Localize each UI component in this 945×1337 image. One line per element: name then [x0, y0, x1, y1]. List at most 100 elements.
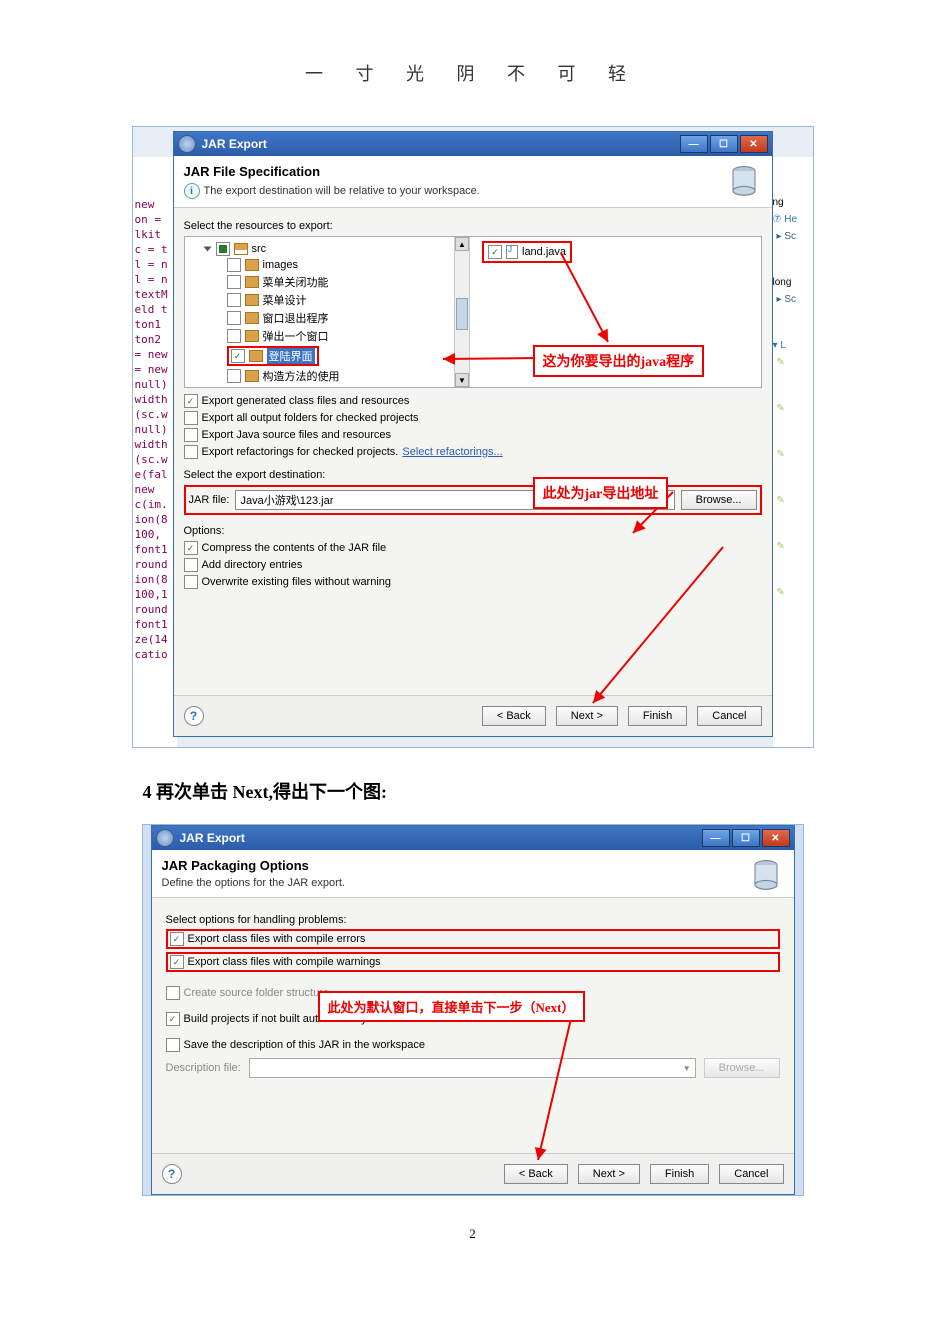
dialog-banner: JAR Packaging Options Define the options… [152, 850, 794, 898]
dialog-banner: JAR File Specification i The export dest… [174, 156, 772, 208]
scroll-down-icon[interactable]: ▼ [455, 373, 469, 387]
back-icon[interactable] [178, 135, 196, 153]
checkbox[interactable] [227, 369, 241, 383]
finish-button[interactable]: Finish [628, 706, 687, 726]
checkbox[interactable] [184, 558, 198, 572]
opt-label: Compress the contents of the JAR file [202, 542, 387, 554]
opt-label: Export Java source files and resources [202, 429, 392, 441]
annotation-default-window: 此处为默认窗口，直接单击下一步（Next） [318, 991, 585, 1022]
package-icon [245, 370, 259, 382]
checkbox[interactable] [227, 311, 241, 325]
tree-label: 弹出一个窗口 [263, 328, 329, 344]
jar-export-dialog: JAR Export — ☐ ✕ JAR File Specification … [173, 131, 773, 737]
banner-title: JAR Packaging Options [162, 858, 784, 873]
help-icon[interactable]: ? [162, 1164, 182, 1184]
checkbox[interactable]: ✓ [231, 349, 245, 363]
close-button[interactable]: ✕ [740, 135, 768, 153]
info-icon: i [184, 183, 200, 199]
checkbox[interactable] [227, 275, 241, 289]
checkbox[interactable]: ✓ [184, 394, 198, 408]
editor-gutter-right: ng ⑦ He ▸ Sc long ▸ Sc ▾ L ✎ ✎ ✎ ✎ ✎ ✎ [773, 157, 813, 747]
scroll-up-icon[interactable]: ▲ [455, 237, 469, 251]
checkbox[interactable] [227, 258, 241, 272]
select-resources-label: Select the resources to export: [184, 220, 762, 232]
maximize-button[interactable]: ☐ [732, 829, 760, 847]
scrollbar[interactable]: ▲ ▼ [454, 237, 469, 387]
checkbox[interactable] [227, 293, 241, 307]
dropdown-icon[interactable]: ▼ [683, 1064, 691, 1073]
next-button[interactable]: Next > [578, 1164, 640, 1184]
minimize-button[interactable]: — [680, 135, 708, 153]
checkbox[interactable] [184, 411, 198, 425]
checkbox[interactable] [166, 986, 180, 1000]
editor-gutter-left: newon =lkitc = tl = nl = ntextMeld tton1… [133, 157, 177, 747]
dialog-titlebar[interactable]: JAR Export — ☐ ✕ [174, 132, 772, 156]
resource-tree[interactable]: src images菜单关闭功能菜单设计窗口退出程序弹出一个窗口✓登陆界面构造方… [185, 237, 471, 387]
maximize-button[interactable]: ☐ [710, 135, 738, 153]
jar-icon [744, 854, 788, 898]
doc-header: 一 寸 光 阴 不 可 轻 [0, 60, 945, 86]
opt-label: Export class files with compile errors [188, 933, 366, 945]
opt-label: Create source folder structure [184, 987, 330, 999]
checkbox[interactable] [184, 428, 198, 442]
options-label: Options: [184, 525, 762, 537]
page-number: 2 [0, 1226, 945, 1242]
package-icon [245, 259, 259, 271]
minimize-button[interactable]: — [702, 829, 730, 847]
annotation-java-program: 这为你要导出的java程序 [533, 345, 705, 377]
opt-label: Export class files with compile warnings [188, 956, 381, 968]
checkbox[interactable] [216, 242, 230, 256]
checkbox[interactable] [166, 1038, 180, 1052]
java-file-icon [506, 245, 518, 259]
close-button[interactable]: ✕ [762, 829, 790, 847]
desc-file-label: Description file: [166, 1062, 241, 1074]
package-icon [245, 276, 259, 288]
checkbox[interactable]: ✓ [170, 955, 184, 969]
opt-label: Overwrite existing files without warning [202, 576, 392, 588]
tree-label: 菜单设计 [263, 292, 307, 308]
banner-title: JAR File Specification [184, 164, 762, 179]
dialog-titlebar[interactable]: JAR Export — ☐ ✕ [152, 826, 794, 850]
checkbox[interactable] [184, 445, 198, 459]
jar-file-label: JAR file: [189, 494, 230, 506]
package-icon [245, 312, 259, 324]
desc-file-combo[interactable]: ▼ [249, 1058, 696, 1078]
next-button[interactable]: Next > [556, 706, 618, 726]
handling-problems-label: Select options for handling problems: [166, 914, 780, 926]
checkbox[interactable]: ✓ [488, 245, 502, 259]
expand-icon[interactable] [203, 247, 211, 252]
tree-label: 登陆界面 [267, 348, 315, 364]
back-icon[interactable] [156, 829, 174, 847]
opt-label: Save the description of this JAR in the … [184, 1039, 426, 1051]
checkbox[interactable]: ✓ [184, 541, 198, 555]
checkbox[interactable]: ✓ [170, 932, 184, 946]
checkbox[interactable]: ✓ [166, 1012, 180, 1026]
opt-label: Export generated class files and resourc… [202, 395, 410, 407]
browse-button[interactable]: Browse... [681, 490, 757, 510]
checkbox[interactable] [227, 329, 241, 343]
cancel-button[interactable]: Cancel [697, 706, 761, 726]
annotation-jar-dest: 此处为jar导出地址 [533, 477, 669, 509]
back-button[interactable]: < Back [504, 1164, 568, 1184]
screenshot-2: JAR Export — ☐ ✕ JAR Packaging Options D… [142, 824, 804, 1196]
tree-label: 菜单关闭功能 [263, 274, 329, 290]
banner-info: The export destination will be relative … [204, 185, 480, 197]
file-label: land.java [522, 246, 566, 258]
cancel-button[interactable]: Cancel [719, 1164, 783, 1184]
back-button[interactable]: < Back [482, 706, 546, 726]
help-icon[interactable]: ? [184, 706, 204, 726]
dest-label: Select the export destination: [184, 469, 762, 481]
tree-label: 简单登陆界面 [263, 386, 329, 387]
opt-label: Export all output folders for checked pr… [202, 412, 419, 424]
tree-label: 窗口退出程序 [263, 310, 329, 326]
finish-button[interactable]: Finish [650, 1164, 709, 1184]
tree-label: images [263, 259, 298, 271]
checkbox[interactable] [184, 575, 198, 589]
jar-icon [722, 160, 766, 204]
package-icon [234, 243, 248, 255]
select-refactorings-link[interactable]: Select refactorings... [402, 446, 502, 458]
opt-label: Add directory entries [202, 559, 303, 571]
tree-label: src [252, 243, 267, 255]
scroll-thumb[interactable] [456, 298, 468, 330]
dialog-title: JAR Export [202, 137, 680, 151]
